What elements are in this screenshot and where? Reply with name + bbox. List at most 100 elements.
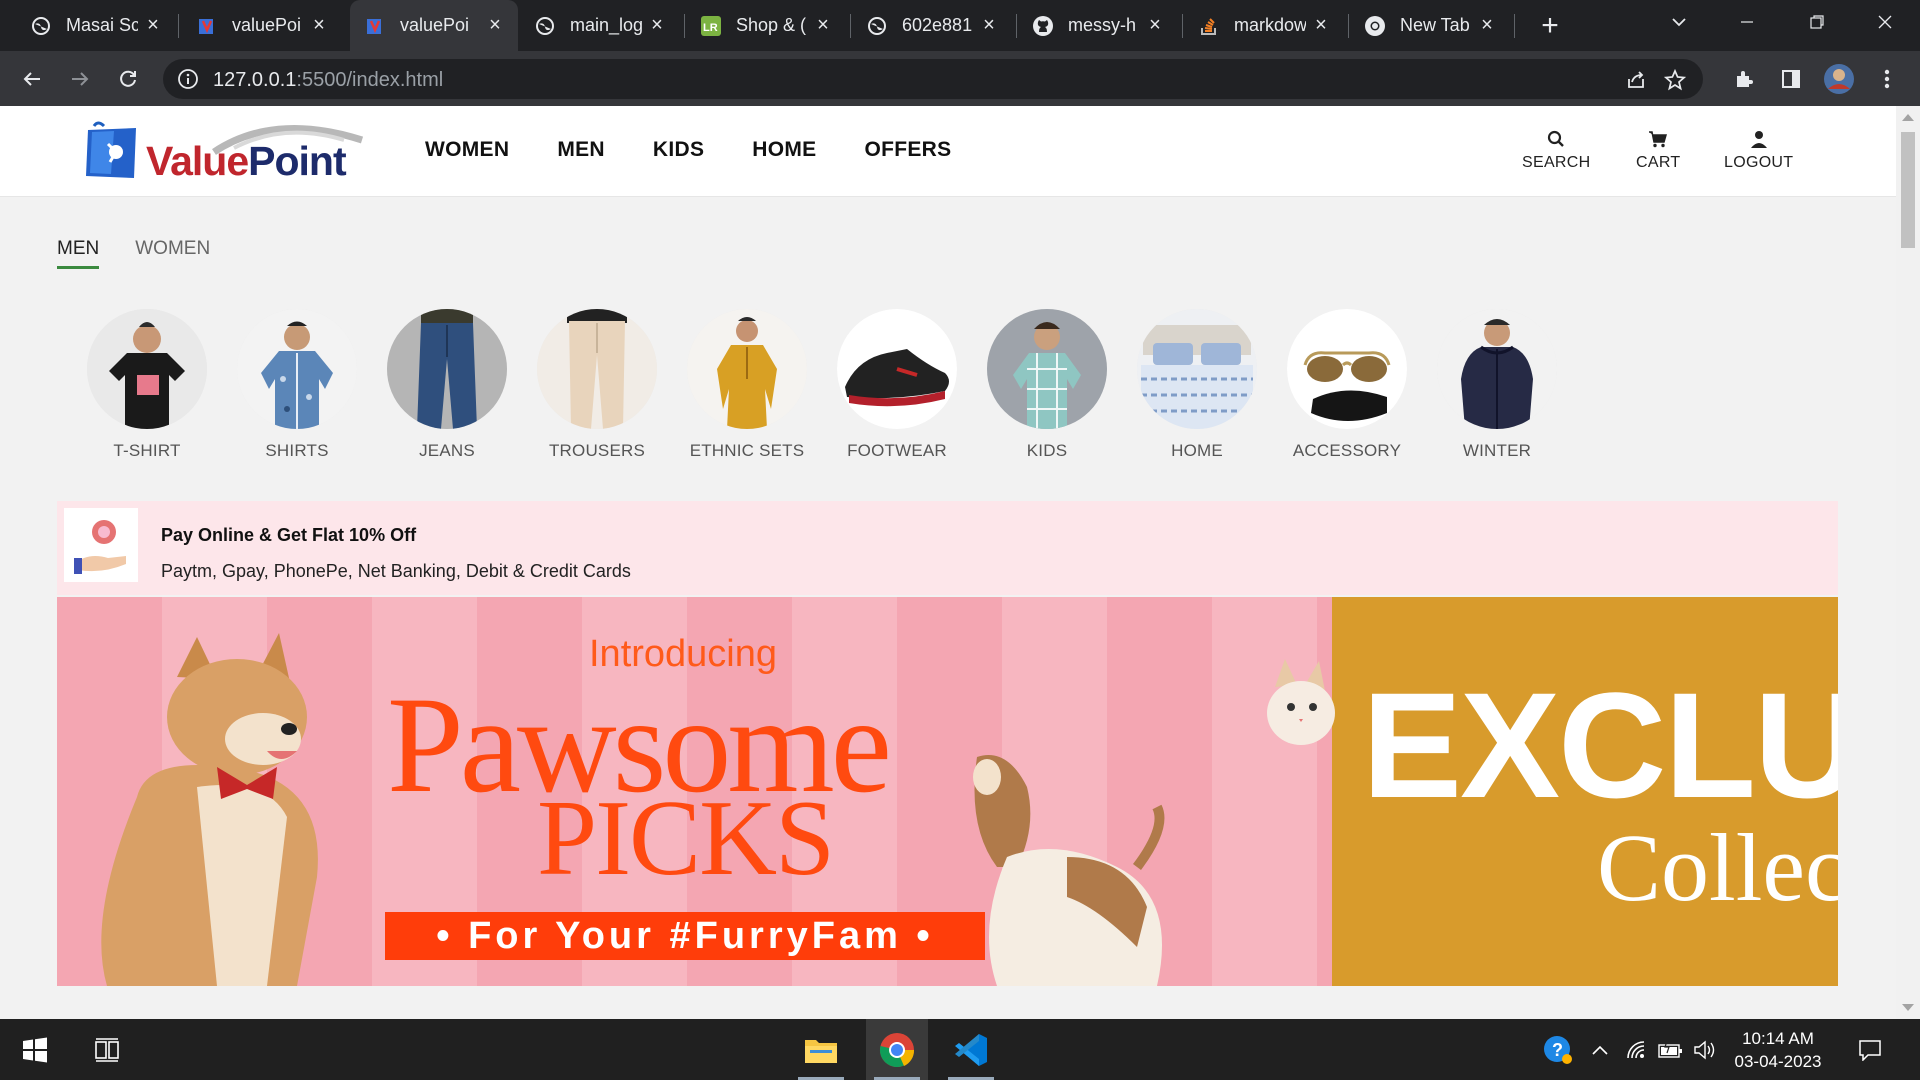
category-ethnic-sets[interactable]: ETHNIC SETS (672, 309, 822, 461)
notification-icon[interactable] (1855, 1035, 1885, 1065)
scroll-down-arrow-icon[interactable] (1902, 1004, 1914, 1011)
browser-tab-label: main_log (570, 15, 642, 35)
close-icon[interactable]: × (142, 14, 164, 36)
nav-women[interactable]: WOMEN (425, 138, 509, 162)
lr-favicon: LR (700, 15, 722, 37)
logo-wordmark: ValuePoint (146, 138, 347, 185)
close-icon[interactable]: × (1310, 14, 1332, 36)
site-info-icon[interactable] (177, 68, 199, 90)
category-footwear[interactable]: FOOTWEAR (822, 309, 972, 461)
battery-icon[interactable] (1656, 1035, 1686, 1065)
close-icon[interactable]: × (646, 14, 668, 36)
svg-text:?: ? (1552, 1040, 1563, 1060)
cart-button[interactable]: CART (1636, 128, 1680, 172)
close-icon[interactable]: × (484, 14, 506, 36)
category-accessory[interactable]: ACCESSORY (1272, 309, 1422, 461)
trousers-icon (537, 309, 657, 429)
shiba-dog-image (101, 633, 318, 986)
minimize-icon[interactable] (1712, 0, 1782, 44)
windows-start-icon[interactable] (4, 1019, 66, 1080)
sunglasses-icon (1287, 309, 1407, 429)
clock-date: 03-04-2023 (1734, 1052, 1822, 1071)
category-list: T-SHIRT SHIRTS JEANS TROUSERS ETHNIC SET… (72, 309, 1572, 461)
category-trousers[interactable]: TROUSERS (522, 309, 672, 461)
taskbar-clock[interactable]: 10:14 AM 03-04-2023 (1728, 1027, 1828, 1073)
side-panel-icon[interactable] (1772, 60, 1810, 98)
category-jeans[interactable]: JEANS (372, 309, 522, 461)
globe-icon (30, 15, 52, 37)
category-shirts[interactable]: SHIRTS (222, 309, 372, 461)
browser-tab[interactable]: valuePoi × (182, 0, 342, 51)
scroll-thumb[interactable] (1901, 132, 1915, 248)
close-icon[interactable]: × (812, 14, 834, 36)
logout-button[interactable]: LOGOUT (1724, 128, 1793, 172)
nav-offers[interactable]: OFFERS (864, 138, 951, 162)
valuepoint-logo[interactable]: ValuePoint (84, 118, 369, 186)
stackoverflow-icon (1198, 15, 1220, 37)
profile-avatar[interactable] (1820, 60, 1858, 98)
banner-right-headline: EXCLUS (1362, 661, 1838, 829)
category-kids[interactable]: KIDS (972, 309, 1122, 461)
browser-toolbar: 127.0.0.1:5500/index.html (0, 51, 1920, 106)
nav-home[interactable]: HOME (752, 138, 816, 162)
close-icon[interactable]: × (978, 14, 1000, 36)
vscode-icon[interactable] (940, 1019, 1002, 1080)
close-icon[interactable]: × (1476, 14, 1498, 36)
extensions-icon[interactable] (1725, 60, 1763, 98)
browser-tab[interactable]: main_log × (520, 0, 680, 51)
scroll-up-arrow-icon[interactable] (1902, 114, 1914, 121)
browser-tab-label: Shop & ( (736, 15, 807, 35)
tab-separator (178, 14, 179, 38)
browser-tab[interactable]: markdow × (1184, 0, 1344, 51)
help-icon[interactable]: ? (1543, 1035, 1573, 1065)
share-icon[interactable] (1623, 67, 1649, 93)
browser-menu-icon[interactable] (1868, 60, 1906, 98)
tab-separator (850, 14, 851, 38)
browser-tab[interactable]: Masai Sc × (16, 0, 176, 51)
chrome-icon (1364, 15, 1386, 37)
close-icon[interactable]: × (308, 14, 330, 36)
url-text[interactable]: 127.0.0.1:5500/index.html (213, 69, 443, 92)
tab-search-icon[interactable] (1644, 0, 1714, 44)
volume-icon[interactable] (1690, 1035, 1720, 1065)
tab-separator (1348, 14, 1349, 38)
task-view-icon[interactable] (76, 1019, 138, 1080)
category-label: FOOTWEAR (847, 441, 947, 460)
browser-tab-active[interactable]: valuePoi × (350, 0, 518, 51)
page-scrollbar[interactable] (1896, 106, 1920, 1019)
search-icon (1545, 128, 1567, 150)
browser-tab[interactable]: LR Shop & ( × (686, 0, 846, 51)
nav-men[interactable]: MEN (557, 138, 605, 162)
hero-banner[interactable]: Introducing Pawsome PICKS • For Your #Fu… (57, 597, 1838, 986)
search-button[interactable]: SEARCH (1522, 128, 1590, 172)
wifi-icon[interactable] (1622, 1035, 1652, 1065)
file-explorer-icon[interactable] (790, 1019, 852, 1080)
reload-icon[interactable] (109, 60, 147, 98)
category-tshirt[interactable]: T-SHIRT (72, 309, 222, 461)
browser-tab[interactable]: messy-h × (1018, 0, 1178, 51)
category-home[interactable]: HOME (1122, 309, 1272, 461)
tab-men[interactable]: MEN (57, 238, 100, 269)
nav-kids[interactable]: KIDS (653, 138, 704, 162)
forward-arrow-icon[interactable] (61, 60, 99, 98)
new-tab-button[interactable]: + (1534, 9, 1566, 42)
chevron-up-icon[interactable] (1585, 1035, 1615, 1065)
restore-icon[interactable] (1782, 0, 1852, 44)
chrome-taskbar-icon[interactable] (866, 1019, 928, 1080)
category-winter[interactable]: WINTER (1422, 309, 1572, 461)
bed-icon (1137, 309, 1257, 429)
tshirt-icon (87, 309, 207, 429)
logo-word-value: Value (146, 138, 249, 184)
bookmark-star-icon[interactable] (1662, 67, 1688, 93)
tab-separator (1514, 14, 1515, 38)
close-icon[interactable]: × (1144, 14, 1166, 36)
back-arrow-icon[interactable] (13, 60, 51, 98)
address-bar[interactable]: 127.0.0.1:5500/index.html (163, 59, 1703, 99)
tab-women[interactable]: WOMEN (135, 238, 210, 269)
tab-separator (1182, 14, 1183, 38)
browser-tab-strip: Masai Sc × valuePoi × valuePoi × main_lo… (0, 0, 1920, 51)
browser-tab[interactable]: New Tab × (1350, 0, 1510, 51)
close-window-icon[interactable] (1850, 0, 1920, 44)
payment-offer-strip[interactable]: Pay Online & Get Flat 10% Off Paytm, Gpa… (57, 501, 1838, 595)
browser-tab[interactable]: 602e881 × (852, 0, 1012, 51)
